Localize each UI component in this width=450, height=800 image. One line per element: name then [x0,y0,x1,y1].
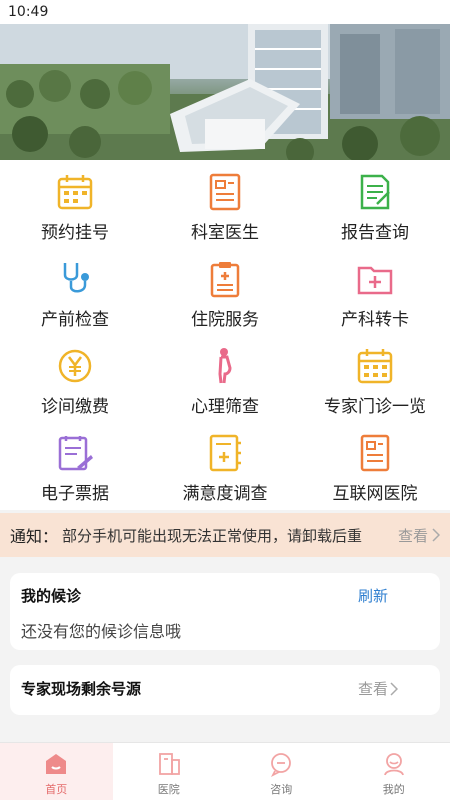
menu-psych-screening[interactable]: 心理筛查 [150,336,300,423]
nav-consult[interactable]: 咨询 [225,743,338,800]
e-receipt-icon [55,433,95,473]
doctor-list-icon [205,172,245,212]
notice-title: 通知： [10,527,59,546]
notice-text: 部分手机可能出现无法正常使用，请卸载后重新下载 [62,526,363,545]
menu-label: 互联网医院 [332,484,418,504]
internet-hospital-icon [355,433,395,473]
waiting-title: 我的候诊 [21,587,82,605]
stethoscope-icon [55,259,95,299]
nav-label: 首页 [45,783,68,796]
menu-inpatient-service[interactable]: 住院服务 [150,249,300,336]
clipboard-icon [205,259,245,299]
menu-label: 产前检查 [41,310,109,330]
nav-label: 医院 [157,783,180,796]
waiting-empty-message: 还没有您的候诊信息哦 [21,622,182,641]
folder-medical-icon [355,259,395,299]
calendar-icon [55,172,95,212]
nav-label: 我的 [382,783,405,796]
menu-obstetric-transfer[interactable]: 产科转卡 [300,249,450,336]
menu-appointment[interactable]: 预约挂号 [0,162,150,249]
menu-expert-clinic-list[interactable]: 专家门诊一览 [300,336,450,423]
service-menu-grid: 预约挂号 科室医生 报告查询 产前检查 住院服务 产科转卡 诊间缴费 心理筛查 … [0,160,450,510]
menu-label: 诊间缴费 [41,397,109,417]
menu-e-receipt[interactable]: 电子票据 [0,423,150,510]
status-time: 10:49 [8,4,49,20]
hospital-icon [156,751,182,777]
home-icon [43,751,69,777]
menu-label: 专家门诊一览 [324,397,426,417]
waiting-card: 我的候诊 刷新 还没有您的候诊信息哦 [10,573,440,650]
nav-home[interactable]: 首页 [0,743,113,800]
report-icon [355,172,395,212]
menu-label: 满意度调查 [182,484,268,504]
survey-icon [205,433,245,473]
notice-bar[interactable]: 通知： 部分手机可能出现无法正常使用，请卸载后重新下载 查看 [0,513,450,557]
yuan-icon [55,346,95,386]
menu-label: 预约挂号 [41,223,109,243]
menu-label: 产科转卡 [341,310,409,330]
hospital-banner-image[interactable] [0,24,450,160]
expert-slots-title: 专家现场剩余号源 [21,680,142,698]
chevron-right-icon [432,527,441,546]
nav-profile[interactable]: 我的 [338,743,450,800]
menu-satisfaction-survey[interactable]: 满意度调查 [150,423,300,510]
menu-label: 住院服务 [191,310,259,330]
menu-label: 电子票据 [41,484,109,504]
menu-label: 报告查询 [341,223,409,243]
refresh-button[interactable]: 刷新 [358,585,388,606]
notice-view-link[interactable]: 查看 [398,525,428,546]
menu-departments-doctors[interactable]: 科室医生 [150,162,300,249]
expert-slots-card[interactable]: 专家现场剩余号源 查看 [10,665,440,715]
status-bar: 10:49 [0,0,450,24]
menu-label: 科室医生 [191,223,259,243]
menu-report-query[interactable]: 报告查询 [300,162,450,249]
pregnant-woman-icon [205,346,245,386]
menu-internet-hospital[interactable]: 互联网医院 [300,423,450,510]
menu-prenatal-check[interactable]: 产前检查 [0,249,150,336]
chevron-right-icon [390,681,399,700]
calendar-expert-icon [355,346,395,386]
consult-icon [268,751,294,778]
profile-icon [381,751,407,777]
menu-label: 心理筛查 [191,397,259,417]
nav-hospital[interactable]: 医院 [113,743,226,800]
hospital-building-illustration [0,24,450,160]
bottom-nav: 首页 医院 咨询 我的 [0,742,450,800]
menu-clinic-payment[interactable]: 诊间缴费 [0,336,150,423]
expert-slots-view-link[interactable]: 查看 [358,678,388,699]
nav-label: 咨询 [270,783,293,796]
